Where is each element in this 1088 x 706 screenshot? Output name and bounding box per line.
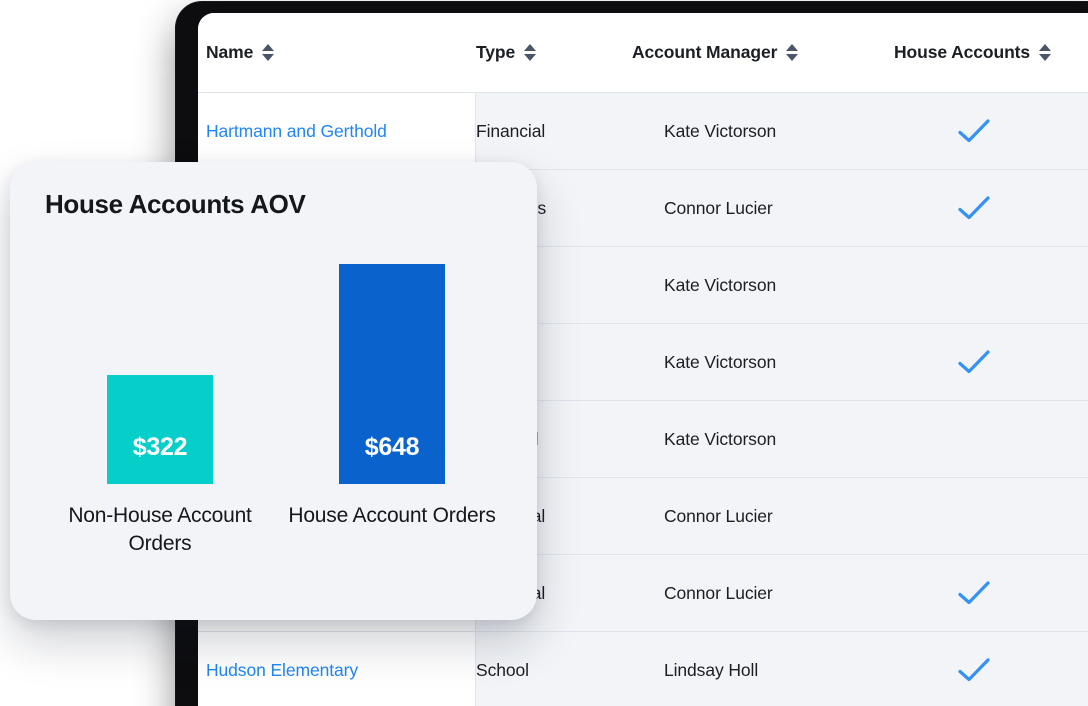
- table-row[interactable]: Hudson Elementary School Lindsay Holl: [198, 632, 1088, 706]
- checkmark-icon: [958, 581, 990, 605]
- table-header-row: Name Type Account Manager House Accounts: [198, 13, 1088, 93]
- cell-house-account: [894, 555, 1054, 631]
- checkmark-icon: [958, 119, 990, 143]
- sort-updown-icon[interactable]: [1039, 43, 1052, 63]
- sort-updown-icon[interactable]: [786, 43, 799, 63]
- checkmark-icon: [958, 196, 990, 220]
- column-header-account-manager[interactable]: Account Manager: [632, 13, 799, 92]
- checkmark-icon: [958, 350, 990, 374]
- cell-type: Financial: [476, 120, 546, 141]
- checkmark-icon: [958, 658, 990, 682]
- cell-house-account: [894, 632, 1054, 706]
- house-accounts-aov-card[interactable]: [10, 162, 537, 620]
- column-header-type-label: Type: [476, 42, 516, 62]
- cell-house-account: [894, 170, 1054, 246]
- cell-account-manager: Connor Lucier: [664, 505, 773, 526]
- card-title: House Accounts AOV: [45, 189, 306, 219]
- column-header-type[interactable]: Type: [476, 13, 537, 92]
- cell-account-manager: Kate Victorson: [664, 351, 777, 372]
- cell-account-manager: Kate Victorson: [664, 274, 777, 295]
- cell-account-manager: Connor Lucier: [664, 197, 773, 218]
- column-header-name-label: Name: [206, 42, 254, 62]
- cell-house-account: [894, 324, 1054, 400]
- cell-name[interactable]: Hudson Elementary: [198, 632, 476, 706]
- cell-house-account: [894, 401, 1054, 477]
- cell-account-manager: Lindsay Holl: [664, 659, 759, 680]
- cell-type: School: [476, 659, 529, 680]
- sort-updown-icon[interactable]: [262, 43, 275, 63]
- sort-updown-icon[interactable]: [524, 43, 537, 63]
- column-header-house-accounts[interactable]: House Accounts: [894, 13, 1052, 92]
- cell-name[interactable]: Hartmann and Gerthold: [198, 93, 476, 169]
- column-header-house-accounts-label: House Accounts: [894, 42, 1031, 62]
- column-header-account-manager-label: Account Manager: [632, 42, 778, 62]
- cell-account-manager: Kate Victorson: [664, 428, 777, 449]
- cell-account-manager: Kate Victorson: [664, 120, 777, 141]
- cell-house-account: [894, 247, 1054, 323]
- screenshot-root: Name Type Account Manager House Accounts: [0, 0, 1088, 706]
- column-header-name[interactable]: Name: [206, 13, 275, 92]
- cell-house-account: [894, 93, 1054, 169]
- table-row[interactable]: Hartmann and Gerthold Financial Kate Victo…: [198, 93, 1088, 170]
- cell-account-manager: Connor Lucier: [664, 582, 773, 603]
- cell-house-account: [894, 478, 1054, 554]
